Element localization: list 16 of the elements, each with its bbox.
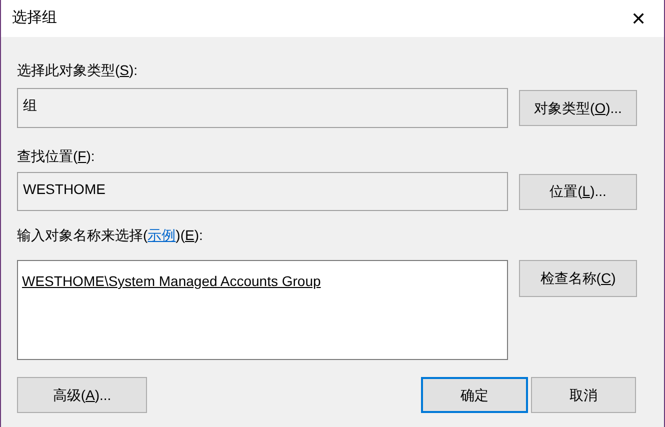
object-types-button[interactable]: 对象类型(O)... bbox=[519, 90, 637, 126]
ok-button[interactable]: 确定 bbox=[421, 377, 528, 413]
object-names-field[interactable]: WESTHOME\System Managed Accounts Group bbox=[17, 260, 508, 360]
examples-link[interactable]: 示例 bbox=[148, 227, 176, 243]
object-name: WESTHOME\System Managed Accounts Group bbox=[22, 273, 321, 289]
object-type-field: 组 bbox=[17, 88, 508, 128]
window-title: 选择组 bbox=[12, 8, 57, 28]
advanced-button[interactable]: 高级(A)... bbox=[17, 377, 147, 413]
field-label: 选择此对象类型(S): bbox=[17, 61, 139, 80]
field-label: 查找位置(F): bbox=[17, 147, 96, 166]
location-field: WESTHOME bbox=[17, 172, 508, 211]
close-button[interactable]: ✕ bbox=[631, 10, 646, 28]
field-label: 输入对象名称来选择(示例)(E): bbox=[17, 226, 204, 245]
check-names-button[interactable]: 检查名称(C) bbox=[519, 260, 637, 297]
cancel-button[interactable]: 取消 bbox=[531, 377, 636, 413]
locations-button[interactable]: 位置(L)... bbox=[519, 174, 637, 210]
